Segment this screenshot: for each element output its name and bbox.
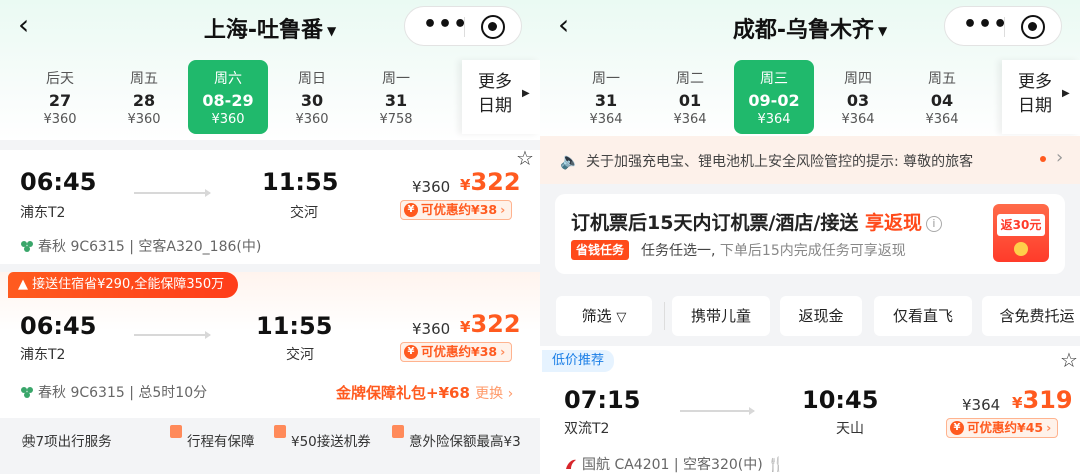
- date-item[interactable]: 周五 04 ¥364: [902, 60, 982, 134]
- services-row[interactable]: 共7项出行服务 ⓘ 行程有保障 ¥50接送机券 意外险保额最高¥3: [0, 418, 540, 448]
- route-arrow: [134, 331, 211, 339]
- airline-info: 春秋 9C6315 | 总5时10分: [20, 382, 207, 402]
- left-screen: ‹ 上海-吐鲁番 ▼ ••• 后天 27 ¥360 周五 28 ¥360 周六 0…: [0, 0, 540, 474]
- safety-notice-bar[interactable]: 🔈 关于加强充电宝、锂电池机上安全风险管控的提示: 尊敬的旅客 ›: [540, 136, 1080, 184]
- date-item[interactable]: 后天 27 ¥360: [20, 60, 100, 134]
- discount-badge[interactable]: ¥ 可优惠约¥45 ›: [946, 418, 1059, 438]
- meal-icon: 🍴: [767, 457, 785, 473]
- mini-program-capsule: •••: [944, 6, 1062, 46]
- date-item-selected[interactable]: 周三 09-02 ¥364: [734, 60, 814, 134]
- coupon-icon: ¥: [950, 421, 964, 435]
- airline-info: 春秋 9C6315 | 空客A320_186(中): [20, 236, 261, 256]
- discount-badge[interactable]: ¥ 可优惠约¥38 ›: [400, 200, 513, 220]
- date-strip: 周一 31 ¥364 周二 01 ¥364 周三 09-02 ¥364 周四 0…: [540, 60, 1080, 136]
- coupon-icon: ¥: [404, 345, 418, 359]
- more-dates-button[interactable]: 更多日期 ▶: [462, 60, 540, 134]
- date-item[interactable]: 周一 31 ¥364: [566, 60, 646, 134]
- route-arrow: [680, 407, 755, 415]
- right-screen: ‹ 成都-乌鲁木齐 ▼ ••• 周一 31 ¥364 周二 01 ¥364 周三 …: [540, 0, 1080, 474]
- target-circle-icon[interactable]: [1021, 15, 1045, 39]
- target-circle-icon[interactable]: [481, 15, 505, 39]
- triangle-right-icon: ▶: [1062, 88, 1070, 99]
- cashback-banner[interactable]: 订机票后15天内订机票/酒店/接送 享返现 i 省钱任务 任务任选一, 下单后15…: [555, 194, 1065, 274]
- date-item[interactable]: 周二 01 ¥364: [650, 60, 730, 134]
- date-item[interactable]: 周四 03 ¥364: [818, 60, 898, 134]
- filter-button[interactable]: 筛选 ▽: [556, 296, 652, 336]
- unread-dot: [1040, 156, 1046, 162]
- filter-chip-children[interactable]: 携带儿童: [672, 296, 770, 336]
- promo-tag: ▲ 接送住宿省¥290,全能保障350万: [8, 272, 239, 298]
- filter-bar: 筛选 ▽ 携带儿童 返现金 仅看直飞 含免费托运: [540, 296, 1080, 336]
- discount-badge[interactable]: ¥ 可优惠约¥38 ›: [400, 342, 513, 362]
- chevron-right-icon: ›: [1056, 147, 1064, 168]
- date-strip: 后天 27 ¥360 周五 28 ¥360 周六 08-29 ¥360 周日 3…: [0, 60, 540, 136]
- price: ¥322: [460, 168, 521, 196]
- route-arrow: [134, 189, 211, 197]
- speaker-icon: 🔈: [560, 151, 580, 170]
- more-dots-icon[interactable]: •••: [963, 12, 1008, 37]
- flight-card[interactable]: ☆ 06:45 浦东T2 11:55 交河 ¥360 ¥322 ¥ 可优惠约¥38…: [0, 146, 540, 264]
- header: ‹ 成都-乌鲁木齐 ▼ ••• 周一 31 ¥364 周二 01 ¥364 周三 …: [540, 0, 1080, 140]
- triangle-right-icon: ▶: [522, 88, 530, 99]
- date-item[interactable]: 周五 28 ¥360: [104, 60, 184, 134]
- more-dots-icon[interactable]: •••: [423, 12, 468, 37]
- gold-package[interactable]: 金牌保障礼包+¥68 更换 ›: [336, 382, 513, 403]
- info-icon[interactable]: i: [925, 216, 942, 232]
- shield-icon: [170, 425, 182, 438]
- info-icon: ⓘ: [22, 434, 36, 448]
- star-outline-icon[interactable]: ☆: [516, 146, 534, 170]
- coin-icon: [1014, 242, 1028, 256]
- price: ¥319: [1012, 386, 1073, 414]
- spring-airlines-logo-icon: [20, 239, 34, 253]
- funnel-icon: ▽: [616, 310, 627, 325]
- date-item-selected[interactable]: 周六 08-29 ¥360: [188, 60, 268, 134]
- filter-chip-free-baggage[interactable]: 含免费托运: [982, 296, 1080, 336]
- price: ¥322: [460, 310, 521, 338]
- filter-chip-cashback[interactable]: 返现金: [780, 296, 862, 336]
- more-dates-button[interactable]: 更多日期 ▶: [1002, 60, 1080, 134]
- flight-card[interactable]: ☆ 07:15 双流T2 10:45 天山 ¥364 ¥319 ¥ 可优惠约¥45…: [540, 346, 1080, 474]
- coupon-icon: ¥: [404, 203, 418, 217]
- caret-down-icon: ▼: [326, 24, 337, 38]
- shield-icon: [392, 425, 404, 438]
- header: ‹ 上海-吐鲁番 ▼ ••• 后天 27 ¥360 周五 28 ¥360 周六 0…: [0, 0, 540, 140]
- air-china-logo-icon: [564, 457, 578, 471]
- task-badge: 省钱任务: [571, 240, 630, 260]
- filter-chip-direct[interactable]: 仅看直飞: [874, 296, 972, 336]
- caret-down-icon: ▼: [877, 24, 888, 38]
- spring-airlines-logo-icon: [20, 385, 34, 399]
- airline-info: 国航 CA4201 | 空客320(中) 🍴: [564, 454, 785, 474]
- red-envelope-icon[interactable]: 返30元: [993, 204, 1049, 262]
- low-price-recommend-tag: 低价推荐: [542, 350, 615, 372]
- star-outline-icon[interactable]: ☆: [1060, 348, 1078, 372]
- coupon-icon: [274, 425, 286, 438]
- date-item[interactable]: 周日 30 ¥360: [272, 60, 352, 134]
- mini-program-capsule: •••: [404, 6, 522, 46]
- fire-icon: ▲: [18, 277, 33, 292]
- date-item[interactable]: 周一 31 ¥758: [356, 60, 436, 134]
